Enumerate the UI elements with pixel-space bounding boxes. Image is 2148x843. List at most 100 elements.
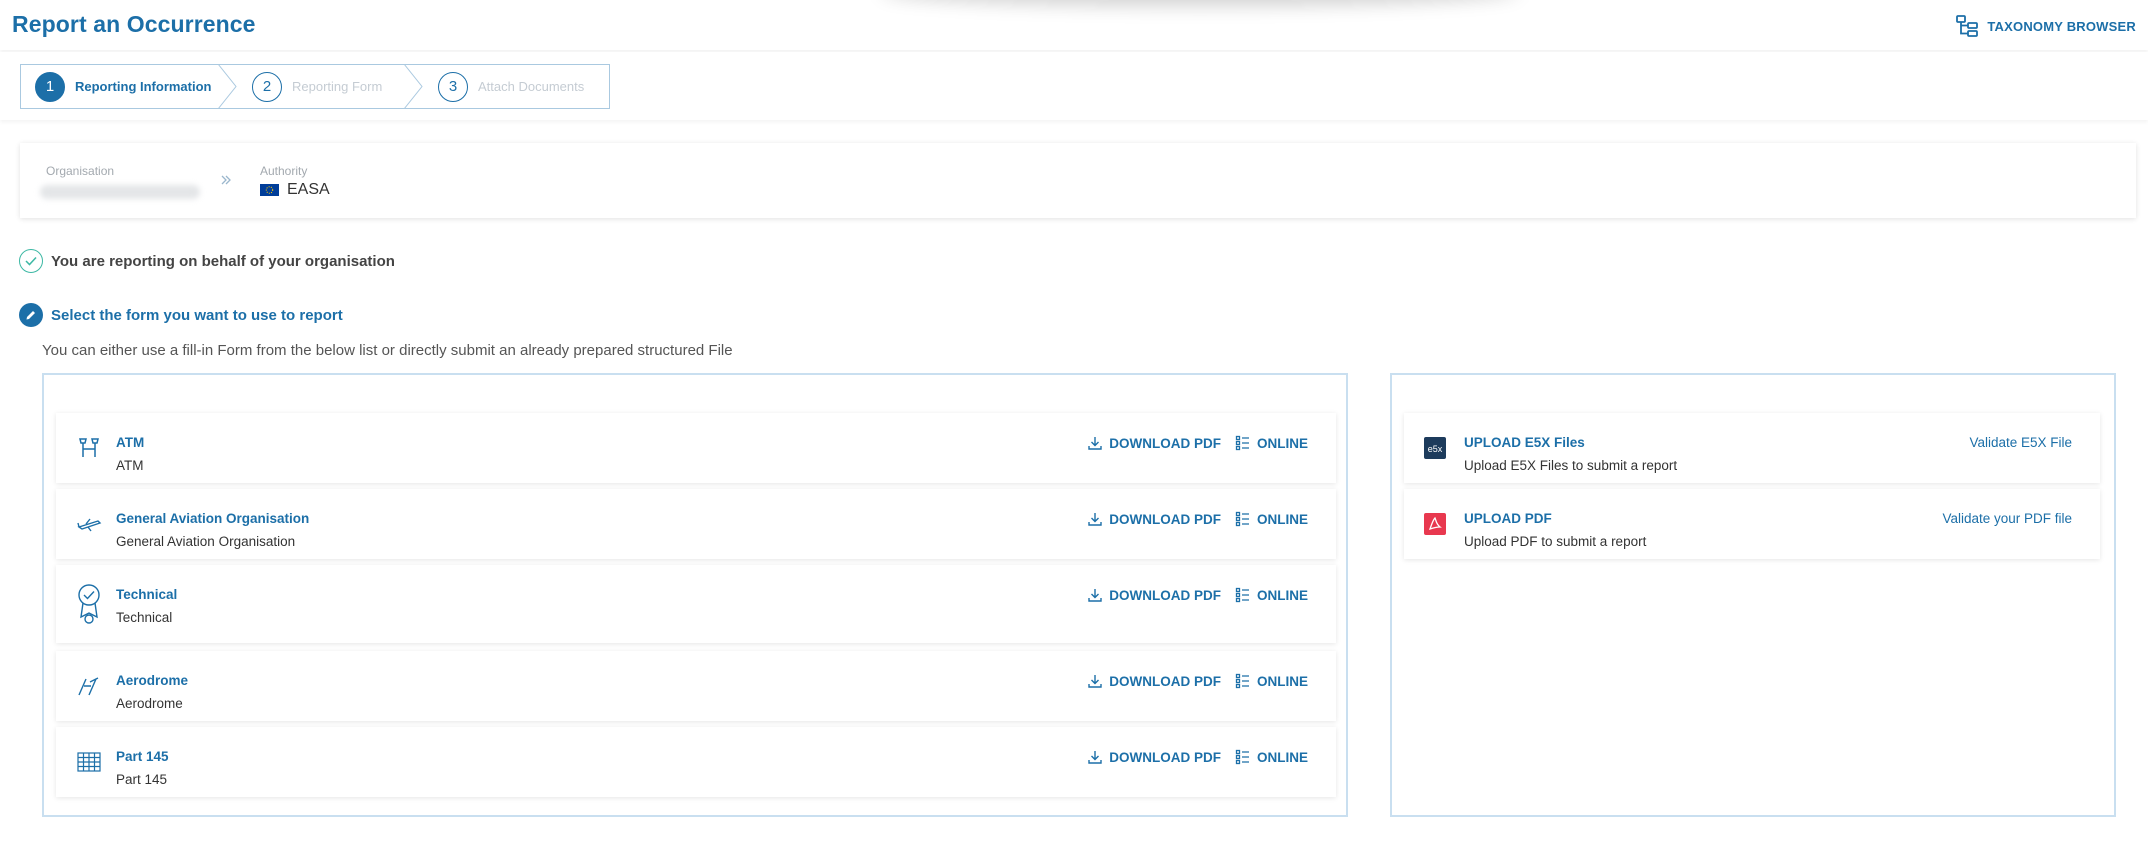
form-description: ATM xyxy=(116,458,144,473)
online-button[interactable]: ONLINE xyxy=(1235,673,1308,689)
online-label: ONLINE xyxy=(1256,749,1308,765)
online-label: ONLINE xyxy=(1256,435,1308,451)
download-pdf-label: DOWNLOAD PDF xyxy=(1109,673,1221,689)
forms-panel: ATM ATM DOWNLOAD PDF ONLINE General Avia… xyxy=(42,373,1348,817)
download-pdf-button[interactable]: DOWNLOAD PDF xyxy=(1087,673,1221,689)
check-circle-icon xyxy=(19,249,43,273)
form-actions: DOWNLOAD PDF ONLINE xyxy=(1087,435,1308,451)
online-button[interactable]: ONLINE xyxy=(1235,511,1308,527)
form-name[interactable]: ATM xyxy=(116,435,144,450)
instruction-text: You can either use a fill-in Form from t… xyxy=(42,342,733,359)
form-actions: DOWNLOAD PDF ONLINE xyxy=(1087,749,1308,765)
wizard-steps: 1 Reporting Information 2 Reporting Form… xyxy=(20,64,610,109)
authority-value: EASA xyxy=(260,181,330,199)
download-icon xyxy=(1088,437,1102,450)
online-label: ONLINE xyxy=(1256,587,1308,603)
download-pdf-label: DOWNLOAD PDF xyxy=(1109,511,1221,527)
form-item-aerodrome: Aerodrome Aerodrome DOWNLOAD PDF ONLINE xyxy=(56,651,1336,721)
page-title: Report an Occurrence xyxy=(12,11,256,37)
taxonomy-tree-icon xyxy=(1956,15,1979,37)
download-icon xyxy=(1088,675,1102,688)
e5x-file-icon: e5x xyxy=(1424,437,1446,459)
download-pdf-button[interactable]: DOWNLOAD PDF xyxy=(1087,587,1221,603)
step-reporting-information[interactable]: 1 Reporting Information xyxy=(21,65,216,108)
download-icon xyxy=(1088,751,1102,764)
step-chevron xyxy=(217,64,237,109)
select-form-heading: Select the form you want to use to repor… xyxy=(19,303,343,327)
form-item-technical: Technical Technical DOWNLOAD PDF ONLINE xyxy=(56,565,1336,643)
aerodrome-runway-icon xyxy=(78,677,99,696)
taxonomy-browser-label: TAXONOMY BROWSER xyxy=(1987,18,2136,34)
upload-pdf-link[interactable]: UPLOAD PDF xyxy=(1464,511,1552,526)
step-label: Attach Documents xyxy=(478,79,585,94)
download-pdf-label: DOWNLOAD PDF xyxy=(1109,749,1221,765)
online-button[interactable]: ONLINE xyxy=(1235,749,1308,765)
download-icon xyxy=(1088,589,1102,602)
select-form-message: Select the form you want to use to repor… xyxy=(51,306,343,324)
step-chevron xyxy=(403,64,423,109)
form-actions: DOWNLOAD PDF ONLINE xyxy=(1087,587,1308,603)
checklist-icon xyxy=(1235,673,1249,689)
form-description: Technical xyxy=(116,610,173,625)
step-label: Reporting Information xyxy=(75,79,212,94)
step-number: 3 xyxy=(438,71,468,102)
upload-e5x-description: Upload E5X Files to submit a report xyxy=(1464,458,1678,473)
download-pdf-button[interactable]: DOWNLOAD PDF xyxy=(1087,435,1221,451)
online-label: ONLINE xyxy=(1256,673,1308,689)
uploads-panel: e5x UPLOAD E5X Files Upload E5X Files to… xyxy=(1390,373,2116,817)
validate-e5x-link[interactable]: Validate E5X File xyxy=(1969,435,2072,450)
part145-grid-icon xyxy=(77,752,101,772)
small-aircraft-icon xyxy=(77,518,102,532)
step-number: 2 xyxy=(252,71,282,102)
download-pdf-button[interactable]: DOWNLOAD PDF xyxy=(1087,749,1221,765)
form-description: Aerodrome xyxy=(116,696,183,711)
form-item-atm: ATM ATM DOWNLOAD PDF ONLINE xyxy=(56,413,1336,483)
step-bar: 1 Reporting Information 2 Reporting Form… xyxy=(0,52,2148,120)
form-name[interactable]: Technical xyxy=(116,587,177,602)
online-label: ONLINE xyxy=(1256,511,1308,527)
organisation-label: Organisation xyxy=(46,164,115,178)
pencil-icon xyxy=(19,303,43,327)
svg-text:e5x: e5x xyxy=(1428,444,1443,454)
top-bar: Report an Occurrence TAXONOMY BROWSER xyxy=(0,0,2148,50)
download-pdf-button[interactable]: DOWNLOAD PDF xyxy=(1087,511,1221,527)
organisation-card: Organisation Authority EASA xyxy=(20,143,2136,218)
double-chevron-right-icon xyxy=(220,173,232,189)
checklist-icon xyxy=(1235,749,1249,765)
form-name[interactable]: Aerodrome xyxy=(116,673,188,688)
form-item-general-aviation: General Aviation Organisation General Av… xyxy=(56,489,1336,559)
form-description: Part 145 xyxy=(116,772,168,787)
taxonomy-browser-button[interactable]: TAXONOMY BROWSER xyxy=(1955,14,2136,38)
validate-pdf-link[interactable]: Validate your PDF file xyxy=(1942,511,2072,526)
checklist-icon xyxy=(1235,587,1249,603)
behalf-message: You are reporting on behalf of your orga… xyxy=(51,252,395,270)
pdf-file-icon xyxy=(1424,513,1446,535)
form-description: General Aviation Organisation xyxy=(116,534,296,549)
atm-tower-icon xyxy=(79,438,99,457)
form-actions: DOWNLOAD PDF ONLINE xyxy=(1087,511,1308,527)
form-name[interactable]: Part 145 xyxy=(116,749,169,764)
step-reporting-form[interactable]: 2 Reporting Form xyxy=(240,65,402,108)
upload-e5x-link[interactable]: UPLOAD E5X Files xyxy=(1464,435,1585,450)
download-pdf-label: DOWNLOAD PDF xyxy=(1109,435,1221,451)
step-label: Reporting Form xyxy=(292,79,383,94)
form-actions: DOWNLOAD PDF ONLINE xyxy=(1087,673,1308,689)
authority-name: EASA xyxy=(287,181,330,198)
form-item-part-145: Part 145 Part 145 DOWNLOAD PDF ONLINE xyxy=(56,727,1336,797)
step-attach-documents[interactable]: 3 Attach Documents xyxy=(426,65,584,108)
step-number: 1 xyxy=(35,71,65,102)
upload-e5x-item: e5x UPLOAD E5X Files Upload E5X Files to… xyxy=(1404,413,2100,483)
behalf-status: You are reporting on behalf of your orga… xyxy=(19,249,395,273)
online-button[interactable]: ONLINE xyxy=(1235,435,1308,451)
upload-pdf-item: UPLOAD PDF Upload PDF to submit a report… xyxy=(1404,489,2100,559)
checklist-icon xyxy=(1235,435,1249,451)
form-name[interactable]: General Aviation Organisation xyxy=(116,511,309,526)
download-icon xyxy=(1088,513,1102,526)
organisation-value-redacted xyxy=(40,185,200,199)
eu-flag-icon xyxy=(260,184,279,196)
authority-label: Authority xyxy=(260,164,308,178)
online-button[interactable]: ONLINE xyxy=(1235,587,1308,603)
technical-badge-icon xyxy=(78,584,100,624)
download-pdf-label: DOWNLOAD PDF xyxy=(1109,587,1221,603)
checklist-icon xyxy=(1235,511,1249,527)
